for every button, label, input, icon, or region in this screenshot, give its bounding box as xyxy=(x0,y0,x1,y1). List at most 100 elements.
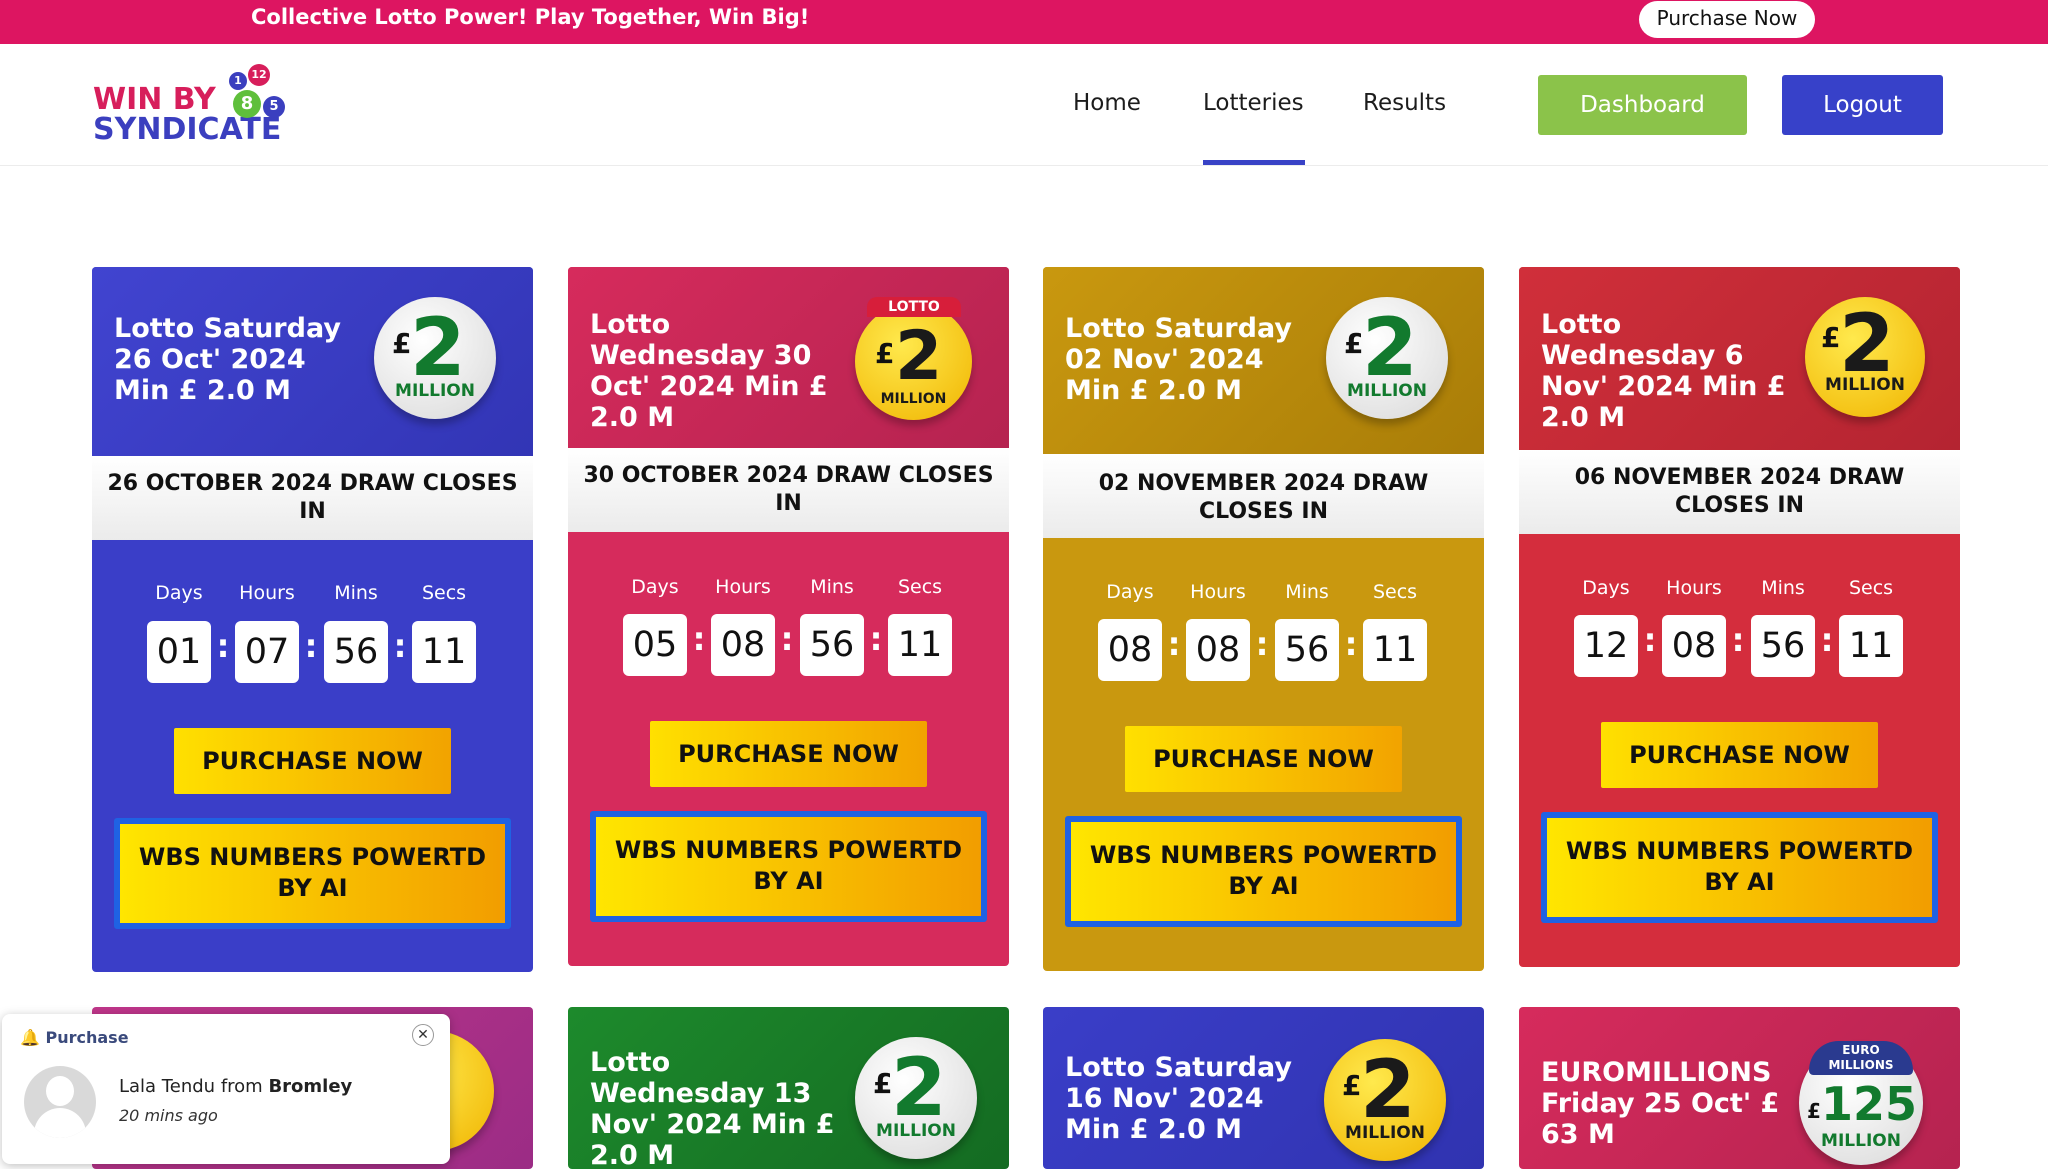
countdown-mins: 56 xyxy=(1275,619,1339,681)
countdown-label-secs: Secs xyxy=(897,576,943,598)
purchase-now-button[interactable]: PURCHASE NOW xyxy=(174,728,451,794)
logo-ball-icon: 12 xyxy=(248,64,270,86)
card-header: Lotto Wednesday 30 Oct' 2024 Min £ 2.0 M… xyxy=(568,267,1009,448)
jackpot-unit: MILLION xyxy=(395,381,475,401)
lottery-card: Lotto Wednesday 6 Nov' 2024 Min £ 2.0 M … xyxy=(1519,267,1960,967)
draw-closes-heading: 02 NOVEMBER 2024 DRAW CLOSES IN xyxy=(1043,454,1484,538)
nav-results[interactable]: Results xyxy=(1363,90,1446,116)
from-text: from xyxy=(220,1076,263,1097)
countdown-separator: : xyxy=(1731,621,1745,659)
lottery-card: EUROMILLIONS Friday 25 Oct' £ 63 M EURO … xyxy=(1519,1007,1960,1169)
lottery-card: Lotto Wednesday 13 Nov' 2024 Min £ 2.0 M… xyxy=(568,1007,1009,1169)
nav-home[interactable]: Home xyxy=(1073,90,1141,116)
page: Collective Lotto Power! Play Together, W… xyxy=(0,0,2048,1169)
card-header: Lotto Wednesday 6 Nov' 2024 Min £ 2.0 M … xyxy=(1519,267,1960,450)
card-header: Lotto Saturday 02 Nov' 2024 Min £ 2.0 M … xyxy=(1043,267,1484,454)
countdown-secs: 11 xyxy=(412,621,476,683)
lottery-card: Lotto Saturday 26 Oct' 2024 Min £ 2.0 M … xyxy=(92,267,533,972)
pound-sign: £ xyxy=(1821,321,1841,354)
logo-ball-icon: 5 xyxy=(263,96,285,118)
countdown-days: 05 xyxy=(623,614,687,676)
avatar xyxy=(24,1066,96,1138)
purchase-notification: 🔔 Purchase ✕ Lala Tendu from Bromley 20 … xyxy=(2,1014,450,1164)
buyer-location: Bromley xyxy=(268,1076,353,1097)
countdown-label-mins: Mins xyxy=(1761,577,1805,599)
countdown-mins: 56 xyxy=(1751,615,1815,677)
card-title: EUROMILLIONS Friday 25 Oct' £ 63 M xyxy=(1541,1057,1780,1150)
lottery-card: Lotto Saturday 16 Nov' 2024 Min £ 2.0 M … xyxy=(1043,1007,1484,1169)
purchase-now-button[interactable]: PURCHASE NOW xyxy=(1125,726,1402,792)
pound-sign: £ xyxy=(875,337,895,370)
countdown-days: 08 xyxy=(1098,619,1162,681)
card-title: Lotto Saturday 26 Oct' 2024 Min £ 2.0 M xyxy=(114,313,341,406)
countdown-hours: 08 xyxy=(711,614,775,676)
card-title: Lotto Wednesday 6 Nov' 2024 Min £ 2.0 M xyxy=(1541,309,1786,433)
pound-sign: £ xyxy=(1344,327,1364,360)
jackpot-badge: £ 2 MILLION xyxy=(1326,297,1448,419)
countdown-label-days: Days xyxy=(155,582,203,604)
countdown-label-days: Days xyxy=(1106,581,1154,603)
countdown-label-hours: Hours xyxy=(1666,577,1722,599)
countdown-label-hours: Hours xyxy=(239,582,295,604)
nav-active-indicator xyxy=(1203,160,1305,165)
notification-message: Lala Tendu from Bromley xyxy=(119,1076,352,1097)
countdown-days: 12 xyxy=(1574,615,1638,677)
countdown-mins: 56 xyxy=(800,614,864,676)
bell-icon: 🔔 xyxy=(20,1028,40,1047)
lotto-tag: LOTTO xyxy=(867,297,961,317)
announcement-bar: Collective Lotto Power! Play Together, W… xyxy=(0,0,2048,44)
nav-lotteries[interactable]: Lotteries xyxy=(1203,90,1304,116)
countdown-hours: 08 xyxy=(1186,619,1250,681)
wbs-numbers-ai-button[interactable]: WBS NUMBERS POWERTD BY AI xyxy=(114,818,511,929)
countdown-hours: 07 xyxy=(235,621,299,683)
countdown-separator: : xyxy=(780,620,794,658)
logout-button[interactable]: Logout xyxy=(1782,75,1943,135)
countdown-separator: : xyxy=(1643,621,1657,659)
notification-label: 🔔 Purchase xyxy=(20,1028,129,1047)
notification-time: 20 mins ago xyxy=(119,1106,218,1125)
jackpot-unit: MILLION xyxy=(1347,381,1427,401)
countdown-secs: 11 xyxy=(1839,615,1903,677)
purchase-now-button[interactable]: PURCHASE NOW xyxy=(650,721,927,787)
wbs-numbers-ai-button[interactable]: WBS NUMBERS POWERTD BY AI xyxy=(1065,816,1462,927)
wbs-numbers-ai-button[interactable]: WBS NUMBERS POWERTD BY AI xyxy=(1541,812,1938,923)
brand-logo-line2: SYNDICATE xyxy=(93,112,282,147)
countdown-mins: 56 xyxy=(324,621,388,683)
jackpot-badge: EURO MILLIONS £ 125 MILLION xyxy=(1799,1041,1923,1165)
countdown-label-secs: Secs xyxy=(1848,577,1894,599)
countdown-separator: : xyxy=(393,627,407,665)
pound-sign: £ xyxy=(392,327,412,360)
countdown-separator: : xyxy=(1820,621,1834,659)
countdown-label-hours: Hours xyxy=(1190,581,1246,603)
dashboard-button[interactable]: Dashboard xyxy=(1538,75,1747,135)
card-title: Lotto Saturday 16 Nov' 2024 Min £ 2.0 M xyxy=(1065,1052,1292,1145)
purchase-now-button[interactable]: PURCHASE NOW xyxy=(1601,722,1878,788)
jackpot-badge: £ 2 MILLION xyxy=(374,297,496,419)
jackpot-unit: MILLION xyxy=(880,391,947,407)
jackpot-badge: £ 2 MILLION xyxy=(1324,1039,1446,1161)
card-title: Lotto Saturday 02 Nov' 2024 Min £ 2.0 M xyxy=(1065,313,1292,406)
countdown-separator: : xyxy=(692,620,706,658)
brand-logo[interactable]: WIN BY SYNDICATE 1 12 8 5 xyxy=(93,62,313,152)
wbs-numbers-ai-button[interactable]: WBS NUMBERS POWERTD BY AI xyxy=(590,811,987,922)
logo-ball-icon: 1 xyxy=(229,72,247,90)
countdown-days: 01 xyxy=(147,621,211,683)
countdown-label-mins: Mins xyxy=(1285,581,1329,603)
pound-sign: £ xyxy=(1342,1069,1362,1102)
notification-label-text: Purchase xyxy=(45,1028,129,1047)
close-icon[interactable]: ✕ xyxy=(412,1024,434,1046)
jackpot-badge: £ 2 MILLION xyxy=(855,1037,977,1159)
lottery-card: Lotto Saturday 02 Nov' 2024 Min £ 2.0 M … xyxy=(1043,267,1484,971)
draw-closes-heading: 26 OCTOBER 2024 DRAW CLOSES IN xyxy=(92,456,533,540)
countdown-secs: 11 xyxy=(1363,619,1427,681)
jackpot-amount: 125 xyxy=(1821,1077,1918,1131)
card-title: Lotto Wednesday 30 Oct' 2024 Min £ 2.0 M xyxy=(590,309,828,433)
top-purchase-now-button[interactable]: Purchase Now xyxy=(1639,1,1815,38)
countdown-label-days: Days xyxy=(1582,577,1630,599)
euromillions-tag: EURO MILLIONS xyxy=(1809,1041,1913,1075)
draw-closes-heading: 30 OCTOBER 2024 DRAW CLOSES IN xyxy=(568,448,1009,532)
countdown-label-days: Days xyxy=(631,576,679,598)
countdown-separator: : xyxy=(216,627,230,665)
countdown-label-mins: Mins xyxy=(810,576,854,598)
lottery-card: Lotto Wednesday 30 Oct' 2024 Min £ 2.0 M… xyxy=(568,267,1009,966)
